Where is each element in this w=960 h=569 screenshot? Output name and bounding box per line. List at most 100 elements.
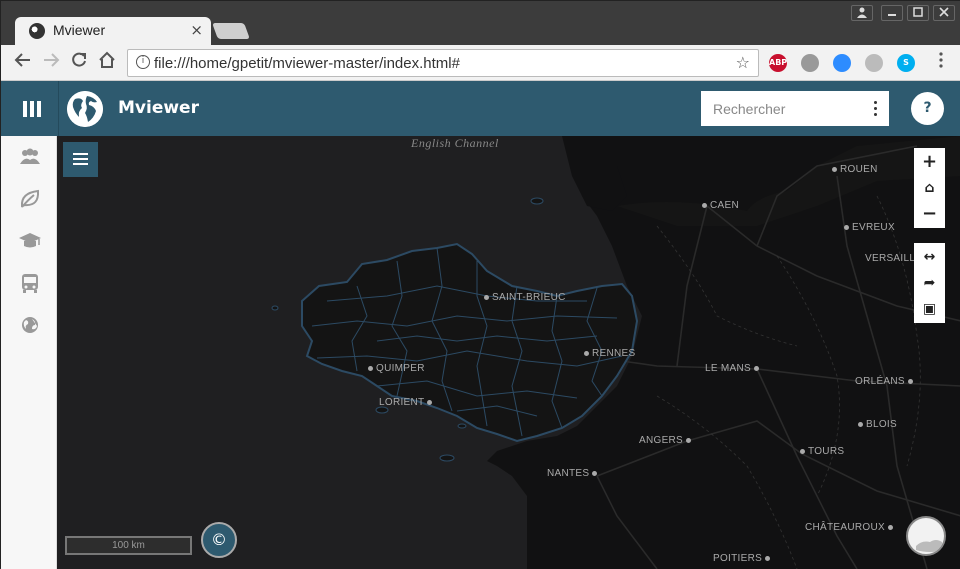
- city-label: EVREUX: [841, 222, 895, 233]
- city-name: RENNES: [592, 348, 636, 359]
- city-label: ROUEN: [829, 164, 878, 175]
- city-dot-icon: [887, 524, 893, 530]
- city-dot-icon: [368, 365, 373, 371]
- city-label: ANGERS: [639, 435, 694, 446]
- city-dot-icon: [484, 294, 489, 300]
- back-arrow-icon[interactable]: [11, 51, 35, 75]
- cast-icon[interactable]: [865, 54, 883, 72]
- basemap: [57, 136, 960, 569]
- city-label: POITIERS: [713, 553, 773, 564]
- overview-map-button[interactable]: [906, 516, 946, 556]
- app-header: Mviewer ?: [1, 81, 960, 136]
- zoom-in-button[interactable]: +: [914, 149, 945, 175]
- city-dot-icon: [800, 448, 805, 454]
- zoom-controls: + ⌂ −: [914, 148, 945, 228]
- tab-close-icon[interactable]: ×: [190, 21, 203, 39]
- city-label: CAEN: [699, 200, 739, 211]
- browser-menu-icon[interactable]: [929, 51, 953, 75]
- city-label: NANTES: [547, 468, 600, 479]
- city-name: EVREUX: [852, 222, 895, 233]
- zoom-out-button[interactable]: −: [914, 201, 945, 227]
- tab-title: Mviewer: [53, 22, 106, 38]
- city-name: POITIERS: [713, 553, 763, 564]
- city-dot-icon: [754, 365, 760, 371]
- url-text[interactable]: file:///home/gpetit/mviewer-master/index…: [154, 55, 460, 72]
- city-dot-icon: [592, 470, 598, 476]
- maximize-button[interactable]: [907, 5, 929, 21]
- city-dot-icon: [702, 202, 707, 208]
- browser-toolbar: i file:///home/gpetit/mviewer-master/ind…: [1, 45, 960, 81]
- browser-window: Mviewer × i file:///home/gpetit/mviewer-…: [0, 0, 960, 569]
- address-bar[interactable]: i file:///home/gpetit/mviewer-master/ind…: [127, 49, 759, 77]
- city-label: TOURS: [797, 446, 844, 457]
- sea-label: English Channel: [411, 136, 499, 150]
- globe-icon[interactable]: [17, 312, 43, 338]
- city-name: LORIENT: [379, 397, 425, 408]
- city-dot-icon: [686, 437, 692, 443]
- city-dot-icon: [584, 350, 589, 356]
- help-button[interactable]: ?: [911, 92, 944, 125]
- minimize-button[interactable]: [881, 5, 903, 21]
- sidebar: [1, 136, 57, 569]
- export-image-button[interactable]: ▣: [914, 296, 945, 322]
- menu-toggle-button[interactable]: [1, 81, 59, 136]
- home-icon[interactable]: [95, 51, 119, 75]
- graduation-cap-icon[interactable]: [17, 228, 43, 254]
- leaf-icon[interactable]: [17, 186, 43, 212]
- city-name: ROUEN: [840, 164, 878, 175]
- city-name: LE MANS: [705, 363, 752, 374]
- map-tools: ↔ ➦ ▣: [914, 243, 945, 323]
- measure-tool-button[interactable]: ↔: [914, 244, 945, 270]
- city-label: BLOIS: [855, 419, 897, 430]
- new-tab-button[interactable]: [212, 23, 250, 39]
- search-box: [701, 91, 889, 126]
- map-view[interactable]: English Channel ROUEN CAEN EVREUX VERSAILL S…: [57, 136, 960, 569]
- forward-arrow-icon[interactable]: [39, 51, 63, 75]
- city-label: ORLÉANS: [855, 376, 916, 387]
- people-icon[interactable]: [17, 144, 43, 170]
- bookmark-star-icon[interactable]: ☆: [736, 53, 750, 72]
- adblock-plus-icon[interactable]: ABP: [769, 54, 787, 72]
- share-button[interactable]: ➦: [914, 270, 945, 296]
- city-label: SAINT-BRIEUC: [481, 292, 566, 303]
- browser-tab[interactable]: Mviewer ×: [15, 17, 211, 47]
- info-icon[interactable]: i: [136, 55, 150, 69]
- city-label: QUIMPER: [365, 363, 425, 374]
- bus-icon[interactable]: [17, 270, 43, 296]
- city-name: ORLÉANS: [855, 376, 905, 387]
- city-name: SAINT-BRIEUC: [492, 292, 566, 303]
- video-icon[interactable]: [833, 54, 851, 72]
- city-label: RENNES: [581, 348, 635, 359]
- search-input[interactable]: [701, 91, 861, 126]
- reload-icon[interactable]: [67, 51, 91, 75]
- city-name: TOURS: [808, 446, 845, 457]
- globe-favicon-icon: [29, 23, 45, 39]
- scale-bar: 100 km: [65, 536, 192, 555]
- tab-strip: Mviewer ×: [1, 1, 960, 47]
- city-name: ANGERS: [639, 435, 684, 446]
- city-dot-icon: [844, 224, 849, 230]
- layers-list-button[interactable]: [63, 142, 98, 177]
- city-name: QUIMPER: [376, 363, 425, 374]
- globe-logo-icon: [67, 91, 103, 127]
- city-dot-icon: [765, 555, 771, 561]
- city-dot-icon: [832, 166, 837, 172]
- city-dot-icon: [858, 421, 863, 427]
- city-dot-icon: [907, 378, 913, 384]
- city-name: CHÂTEAUROUX: [805, 522, 885, 533]
- app-container: Mviewer ?: [1, 81, 960, 569]
- profile-icon[interactable]: [851, 5, 873, 21]
- home-extent-button[interactable]: ⌂: [914, 175, 945, 201]
- city-label: CHÂTEAUROUX: [805, 522, 896, 533]
- app-title: Mviewer: [118, 98, 199, 118]
- skype-icon[interactable]: S: [897, 54, 915, 72]
- city-dot-icon: [427, 399, 433, 405]
- feather-icon[interactable]: [801, 54, 819, 72]
- city-label: LORIENT: [379, 397, 435, 408]
- close-window-button[interactable]: [933, 5, 955, 21]
- search-options-icon[interactable]: [873, 99, 877, 119]
- attribution-button[interactable]: ©: [201, 522, 237, 558]
- city-name: NANTES: [547, 468, 590, 479]
- city-name: BLOIS: [866, 419, 897, 430]
- city-name: CAEN: [710, 200, 739, 211]
